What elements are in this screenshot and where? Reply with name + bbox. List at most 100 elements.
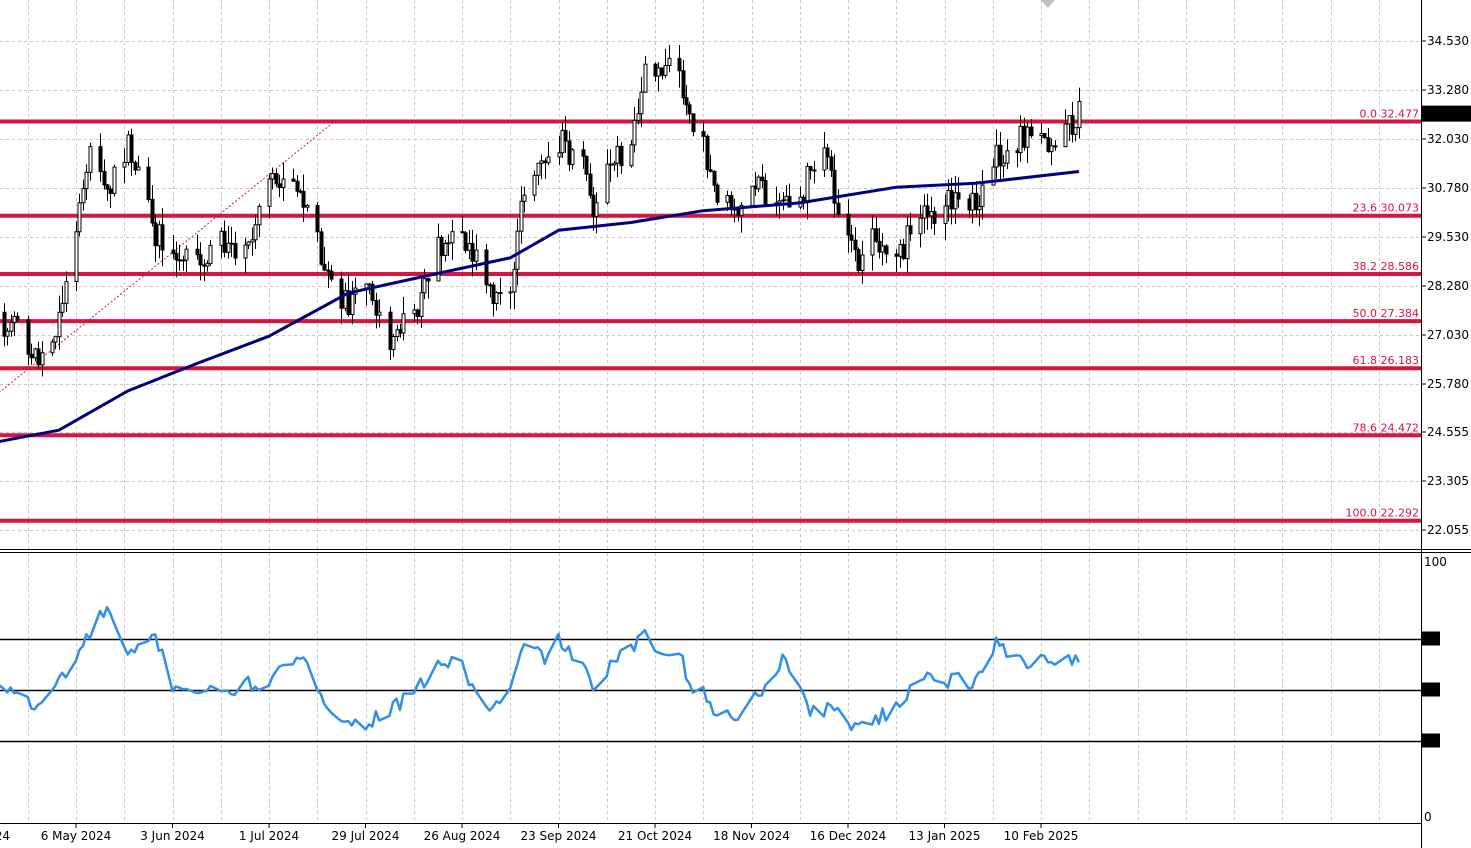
candle-body [53,336,58,343]
candle-body [463,232,468,251]
candle-body [401,313,406,334]
candle-body [1005,150,1010,164]
rsi-indicator [0,605,1421,743]
candle-body [1077,100,1082,129]
candle-body [708,169,713,172]
candle-body [40,352,45,366]
candle-body [1025,126,1030,148]
candle-body [829,156,834,171]
candle-body [656,67,661,77]
candle-body [615,145,620,164]
fib-level-label: 38.2 28.586 [1353,260,1419,273]
candle-body [632,119,637,146]
candle-body [712,170,717,186]
candle-body [519,200,524,232]
candle-body [532,174,537,196]
candle-body [443,243,448,256]
candle-body [177,259,182,262]
fibonacci-trend-line[interactable] [0,121,335,402]
candle-body [588,173,593,196]
candle-body [339,278,344,309]
candle-body [925,205,930,217]
candle-body [277,183,282,188]
candle-body [949,189,954,210]
time-tick-label: 3 Jun 2024 [140,829,205,843]
candle-body [64,281,69,304]
candle-body [1073,127,1078,135]
time-tick-label: 26 Aug 2024 [424,829,501,843]
candle-body [112,166,117,194]
candle-body [677,57,682,72]
candle-body [1029,126,1034,137]
moving-average-line [0,170,1080,443]
candle-body [267,178,272,207]
candle-body [1053,145,1058,148]
candle-body [725,195,730,203]
candle-body [426,278,431,282]
time-tick-label: 23 Sep 2024 [520,829,596,843]
candle-body [584,155,589,175]
candle-body [636,113,641,121]
candle-body [5,330,10,337]
candle-body [970,192,975,211]
candle-body [74,231,79,283]
candle-body [701,131,706,137]
candle-body [870,228,875,256]
chart-canvas[interactable]: 0.0 32.477 23.6 30.073 38.2 28.586 50.0 27.… [0,0,1471,848]
moving-average [0,170,1080,443]
candle-body [512,268,517,293]
candle-body [563,129,568,142]
candle-body [446,242,451,245]
current-price-label: 32.677 [1426,107,1468,121]
candle-body [619,145,624,167]
candle-body [705,135,710,171]
price-tick-label: 34.530 [1427,34,1469,48]
time-tick-label: 16 Dec 2024 [810,829,887,843]
price-tick-label: 27.030 [1427,328,1469,342]
candle-body [270,173,275,180]
price-tick-label: 29.530 [1427,230,1469,244]
time-tick-label: 24 [0,829,10,843]
price-tick-label: 30.780 [1427,181,1469,195]
candle-body [994,144,999,168]
candle-body [305,205,310,208]
candle-body [812,169,817,172]
candle-body [884,245,889,255]
time-tick-label: 10 Feb 2025 [1004,829,1079,843]
fib-trend-line [0,121,335,393]
candle-body [77,202,82,233]
candle-body [663,64,668,76]
fib-level-label: 100.0 22.292 [1346,507,1419,520]
candle-body [594,202,599,217]
candle-body [281,178,286,188]
candle-body [643,63,648,93]
candle-body [515,230,520,270]
candle-body [756,176,761,190]
chart-shift-marker[interactable] [1041,0,1055,8]
candle-body [880,245,885,253]
candle-body [377,311,382,316]
candle-body [102,171,107,186]
candle-body [233,243,238,259]
rsi-tick-label: 30 [1424,734,1439,748]
candle-body [329,270,334,280]
candle-body [639,91,644,115]
candle-body [605,163,610,204]
candle-body [849,234,854,241]
candle-body [1063,123,1068,148]
candle-body [295,180,300,192]
candle-body [419,292,424,317]
candle-body [291,178,296,182]
candle-body [667,57,672,66]
candle-body [439,236,444,256]
candle-body [36,348,41,366]
candle-body [229,242,234,245]
candle-body [901,244,906,260]
candle-body [198,254,203,266]
candle-body [536,162,541,176]
candle-body [422,278,427,294]
candle-body [943,205,948,224]
candle-body [208,244,213,265]
candle-body [805,165,810,204]
fib-level-label: 50.0 27.384 [1353,307,1419,320]
